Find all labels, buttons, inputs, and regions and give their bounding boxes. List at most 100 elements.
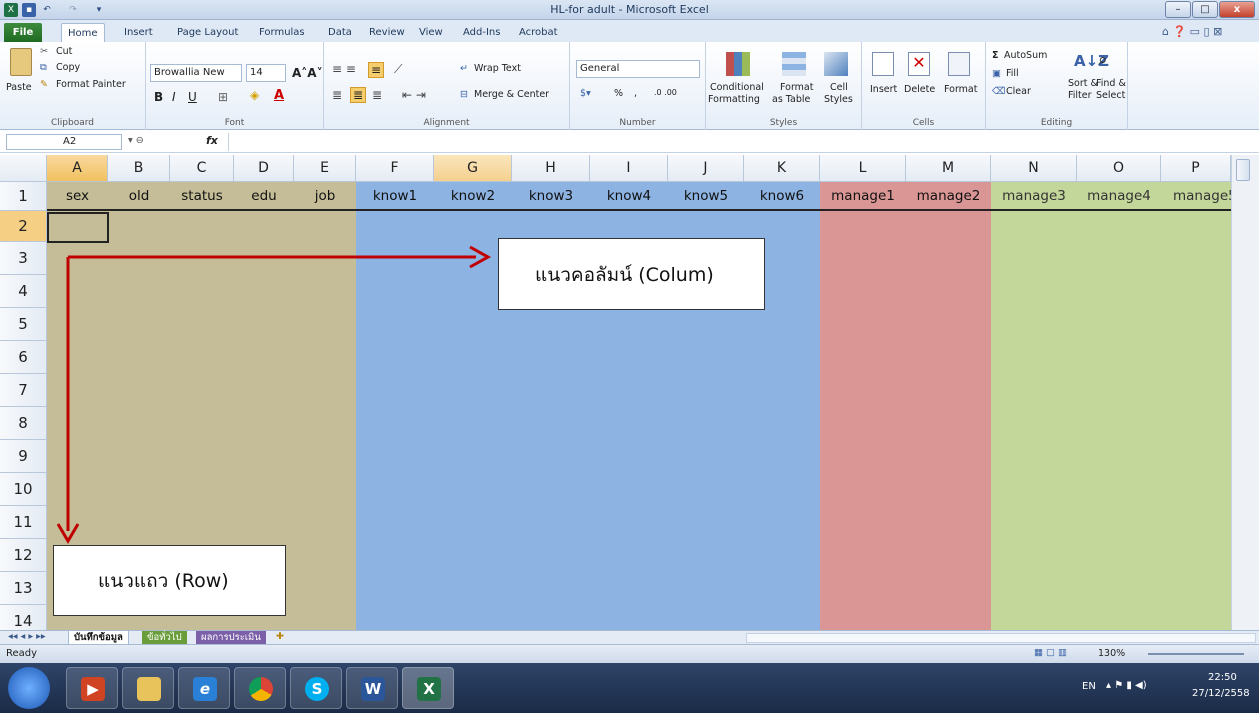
insert-button[interactable]: Insert — [870, 84, 897, 95]
decimal-icon[interactable]: .0 .00 — [654, 88, 677, 97]
sheet-nav-icon[interactable]: ◂◂ ◂ ▸ ▸▸ — [8, 631, 46, 642]
taskbar-chrome[interactable] — [234, 667, 286, 709]
tab-view[interactable]: View — [413, 23, 449, 42]
insert-cells-icon[interactable] — [872, 52, 894, 76]
language-indicator[interactable]: EN — [1082, 681, 1096, 692]
sheet-tab-data-entry[interactable]: บันทึกข้อมูล — [68, 631, 129, 645]
tray-icons[interactable]: ▴ ⚑ ▮ ◀) — [1106, 680, 1147, 691]
cell-styles-icon[interactable] — [824, 52, 848, 76]
vertical-scroll-thumb[interactable] — [1236, 159, 1250, 181]
sheet-tab-evaluation[interactable]: ผลการประเมิน — [196, 631, 266, 645]
tab-data[interactable]: Data — [322, 23, 358, 42]
windows-taskbar: ▶ e S W X EN ▴ ⚑ ▮ ◀) 22:50 27/12/2558 — [0, 663, 1259, 713]
tab-home[interactable]: Home — [61, 23, 105, 42]
zoom-level[interactable]: 130% — [1098, 648, 1125, 659]
comma-button[interactable]: , — [634, 88, 637, 99]
format-as-table-icon[interactable] — [782, 52, 806, 76]
status-bar: Ready ▦ ▢ ▥ 130% — [0, 644, 1259, 663]
fill-color-icon[interactable]: ◈ — [250, 88, 259, 102]
clear-button[interactable]: Clear — [1006, 86, 1031, 97]
delete-button[interactable]: Delete — [904, 84, 935, 95]
underline-icon[interactable]: U — [188, 90, 197, 104]
fill-button[interactable]: Fill — [1006, 68, 1019, 79]
align-left-icon[interactable]: ≣ — [332, 88, 342, 102]
name-box[interactable]: A2 — [6, 134, 122, 150]
format-painter-icon[interactable]: ✎ — [40, 79, 48, 90]
tab-insert[interactable]: Insert — [118, 23, 159, 42]
wrap-text-button[interactable]: Wrap Text — [474, 63, 521, 74]
formula-input[interactable] — [228, 133, 1248, 151]
tab-add-ins[interactable]: Add-Ins — [457, 23, 506, 42]
wrap-text-icon[interactable]: ↵ — [460, 63, 468, 74]
align-right-icon[interactable]: ≣ — [372, 88, 382, 102]
grow-font-icon[interactable]: A˄A˅ — [292, 66, 323, 80]
format-button[interactable]: Format — [944, 84, 977, 95]
sort-filter-button[interactable]: Sort & — [1068, 78, 1098, 89]
format-cells-icon[interactable] — [948, 52, 970, 76]
clipboard-label: Clipboard — [51, 118, 94, 128]
cut-button[interactable]: Cut — [56, 46, 72, 57]
tab-file[interactable]: File — [4, 23, 42, 42]
tab-acrobat[interactable]: Acrobat — [513, 23, 564, 42]
horizontal-scrollbar[interactable] — [746, 633, 1256, 643]
cut-icon[interactable]: ✂ — [40, 46, 48, 57]
fill-icon[interactable]: ▣ — [992, 68, 1001, 79]
taskbar-ie[interactable]: e — [178, 667, 230, 709]
orientation-icon[interactable]: ⟋ — [394, 62, 402, 77]
sheet-tab-general[interactable]: ข้อทั่วไป — [142, 631, 187, 645]
delete-cells-icon[interactable]: ✕ — [908, 52, 930, 76]
top-align-icon[interactable]: ≡ ≡ — [332, 62, 356, 76]
font-group: Browallia New 14 A˄A˅ B I U ⊞ ◈ A Font — [146, 42, 324, 130]
indent-icon[interactable]: ⇤ ⇥ — [402, 88, 426, 102]
find-select-button[interactable]: Find & — [1096, 78, 1126, 89]
bold-icon[interactable]: B — [154, 90, 163, 104]
find-select-icon[interactable]: ⌕ — [1098, 50, 1108, 70]
close-button[interactable]: x — [1219, 1, 1255, 18]
conditional-formatting-icon[interactable] — [726, 52, 750, 76]
cell-styles-button[interactable]: Cell — [830, 82, 848, 93]
styles-group: Conditional Formatting Format as Table C… — [706, 42, 862, 130]
currency-icon[interactable]: $▾ — [580, 88, 591, 99]
view-buttons-icon[interactable]: ▦ ▢ ▥ — [1034, 647, 1067, 658]
autosum-icon[interactable]: Σ — [992, 50, 999, 61]
vertical-scrollbar[interactable] — [1231, 155, 1259, 630]
start-button[interactable] — [8, 667, 50, 709]
name-box-dropdown-icon[interactable]: ▾ ⊖ — [128, 135, 144, 146]
copy-button[interactable]: Copy — [56, 62, 80, 73]
tab-page-layout[interactable]: Page Layout — [171, 23, 244, 42]
conditional-formatting-button[interactable]: Conditional — [710, 82, 764, 93]
font-size-select[interactable]: 14 — [246, 64, 286, 82]
maximize-button[interactable]: □ — [1192, 1, 1218, 18]
align-center-icon[interactable]: ≣ — [350, 87, 367, 103]
paste-button[interactable]: Paste — [6, 82, 32, 93]
autosum-button[interactable]: AutoSum — [1004, 50, 1047, 61]
taskbar-skype[interactable]: S — [290, 667, 342, 709]
help-icon[interactable]: ⌂ ❓ ▭ ▯ ⊠ — [1162, 25, 1222, 38]
copy-icon[interactable]: ⧉ — [40, 62, 47, 73]
insert-function-button[interactable]: fx — [206, 134, 218, 147]
clear-icon[interactable]: ⌫ — [992, 86, 1005, 97]
middle-align-icon[interactable]: ≡ — [368, 62, 385, 78]
percent-button[interactable]: % — [614, 88, 623, 99]
number-format-select[interactable]: General — [576, 60, 700, 78]
borders-icon[interactable]: ⊞ — [218, 90, 228, 104]
font-color-icon[interactable]: A — [274, 88, 284, 103]
taskbar-powerpoint[interactable]: ▶ — [66, 667, 118, 709]
clock-date[interactable]: 27/12/2558 — [1192, 688, 1250, 699]
minimize-button[interactable]: – — [1165, 1, 1191, 18]
merge-center-icon[interactable]: ⊟ — [460, 89, 468, 100]
clock-time[interactable]: 22:50 — [1208, 672, 1237, 683]
paste-icon[interactable] — [10, 48, 32, 76]
zoom-slider[interactable] — [1148, 653, 1244, 655]
merge-center-button[interactable]: Merge & Center — [474, 89, 549, 100]
italic-icon[interactable]: I — [172, 90, 176, 104]
tab-review[interactable]: Review — [363, 23, 411, 42]
format-painter-button[interactable]: Format Painter — [56, 79, 126, 90]
format-as-table-button[interactable]: Format — [780, 82, 813, 93]
tab-formulas[interactable]: Formulas — [253, 23, 311, 42]
font-name-select[interactable]: Browallia New — [150, 64, 242, 82]
taskbar-explorer[interactable] — [122, 667, 174, 709]
insert-sheet-icon[interactable]: ✚ — [276, 631, 284, 642]
taskbar-word[interactable]: W — [346, 667, 398, 709]
taskbar-excel[interactable]: X — [402, 667, 454, 709]
